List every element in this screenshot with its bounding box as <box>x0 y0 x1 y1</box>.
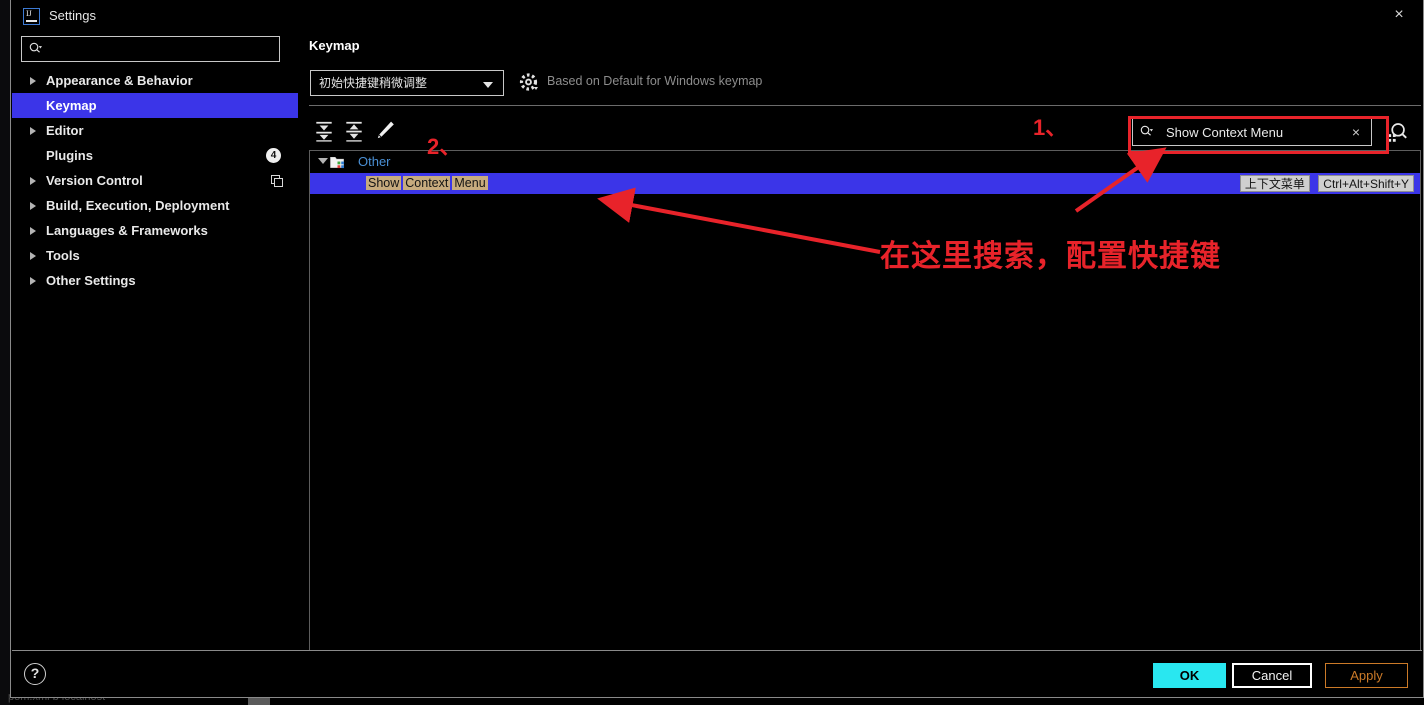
sidebar-item-label: Build, Execution, Deployment <box>46 198 230 213</box>
based-on-label: Based on Default for Windows keymap <box>547 74 763 88</box>
keymap-profile-value: 初始快捷键稍微调整 <box>319 76 428 90</box>
search-icon <box>29 42 42 53</box>
action-name-part: Menu <box>452 176 488 190</box>
ok-button[interactable]: OK <box>1153 663 1226 688</box>
divider <box>309 105 1421 106</box>
chevron-right-icon <box>30 177 36 185</box>
action-name-part: Show <box>366 176 402 190</box>
settings-dialog: IJ Settings × Appearance & Behavior Keym… <box>10 0 1424 698</box>
sidebar-item-label: Languages & Frameworks <box>46 223 208 238</box>
cancel-button[interactable]: Cancel <box>1232 663 1312 688</box>
sidebar-item-label: Keymap <box>46 98 97 113</box>
clear-icon[interactable]: × <box>1348 123 1364 141</box>
table-row[interactable]: Show Context Menu 上下文菜单 Ctrl+Alt+Shift+Y <box>310 173 1420 194</box>
dialog-title: Settings <box>49 8 96 23</box>
sidebar-item-keymap[interactable]: Keymap <box>12 93 298 118</box>
sidebar-item-languages-frameworks[interactable]: Languages & Frameworks <box>12 218 289 243</box>
keymap-search-input[interactable] <box>1164 123 1334 142</box>
chevron-down-icon <box>483 82 493 88</box>
tree-group-other[interactable]: Other <box>310 151 1420 173</box>
copy-icon <box>271 175 283 187</box>
chevron-down-icon <box>318 158 328 164</box>
sidebar-item-label: Appearance & Behavior <box>46 73 193 88</box>
chevron-right-icon <box>30 227 36 235</box>
page-title: Keymap <box>309 38 360 53</box>
sidebar-item-version-control[interactable]: Version Control <box>12 168 289 193</box>
close-icon[interactable]: × <box>1377 0 1421 30</box>
edit-shortcut-icon[interactable] <box>372 120 398 142</box>
intellij-logo-icon: IJ <box>23 8 40 25</box>
keymap-panel: Keymap 初始快捷键稍微调整 Based on Default for Wi… <box>299 32 1422 674</box>
keymap-profile-select[interactable]: 初始快捷键稍微调整 <box>310 70 504 96</box>
keymap-toolbar <box>311 120 398 142</box>
chevron-right-icon <box>30 202 36 210</box>
screen: pom.xml b localhost IJ Settings × <box>0 0 1424 705</box>
status-badge[interactable]: Ctrl+Alt+Shift+Y <box>1318 175 1414 192</box>
keymap-search-area: × <box>1132 118 1411 146</box>
sidebar-item-label: Plugins <box>46 148 93 163</box>
expand-all-icon[interactable] <box>311 120 337 142</box>
gear-icon[interactable] <box>519 73 539 93</box>
sidebar-item-label: Tools <box>46 248 80 263</box>
background-scrollbar[interactable] <box>248 697 270 705</box>
shortcut-badges: 上下文菜单 Ctrl+Alt+Shift+Y <box>1236 175 1414 192</box>
sidebar-item-label: Editor <box>46 123 84 138</box>
dialog-footer: ? OK Cancel Apply <box>12 650 1422 696</box>
keymap-actions-tree[interactable]: Other Show Context Menu 上下文菜单 Ctrl+Alt+Shi… <box>309 150 1421 674</box>
search-input[interactable] <box>52 40 272 58</box>
action-name: Show Context Menu <box>366 175 490 192</box>
chevron-right-icon <box>30 127 36 135</box>
sidebar-item-label: Version Control <box>46 173 143 188</box>
background-ide-sliver <box>0 0 10 705</box>
collapse-all-icon[interactable] <box>341 120 367 142</box>
chevron-right-icon <box>30 77 36 85</box>
apply-button[interactable]: Apply <box>1325 663 1408 688</box>
dialog-titlebar: IJ Settings × <box>11 0 1423 32</box>
sidebar-item-appearance-behavior[interactable]: Appearance & Behavior <box>12 68 289 93</box>
sidebar-tree: Appearance & Behavior Keymap Editor Plug… <box>12 68 298 293</box>
sidebar-item-tools[interactable]: Tools <box>12 243 289 268</box>
sidebar-item-other-settings[interactable]: Other Settings <box>12 268 289 293</box>
tree-group-label: Other <box>358 154 391 169</box>
status-badge[interactable]: 上下文菜单 <box>1239 175 1310 192</box>
sidebar-item-plugins[interactable]: Plugins 4 <box>12 143 289 168</box>
help-icon[interactable]: ? <box>24 663 46 685</box>
chevron-right-icon <box>30 277 36 285</box>
folder-icon <box>330 157 345 169</box>
find-by-shortcut-icon[interactable] <box>1384 119 1410 145</box>
search-icon <box>1140 125 1153 136</box>
sidebar-item-build-execution-deployment[interactable]: Build, Execution, Deployment <box>12 193 289 218</box>
plugins-update-badge: 4 <box>266 148 281 163</box>
keymap-search-box[interactable]: × <box>1132 118 1372 146</box>
settings-sidebar: Appearance & Behavior Keymap Editor Plug… <box>12 32 298 660</box>
chevron-right-icon <box>30 252 36 260</box>
logo-text: IJ <box>26 9 32 18</box>
action-name-part: Context <box>403 176 451 190</box>
sidebar-search-box[interactable] <box>21 36 280 62</box>
sidebar-item-label: Other Settings <box>46 273 136 288</box>
sidebar-item-editor[interactable]: Editor <box>12 118 289 143</box>
